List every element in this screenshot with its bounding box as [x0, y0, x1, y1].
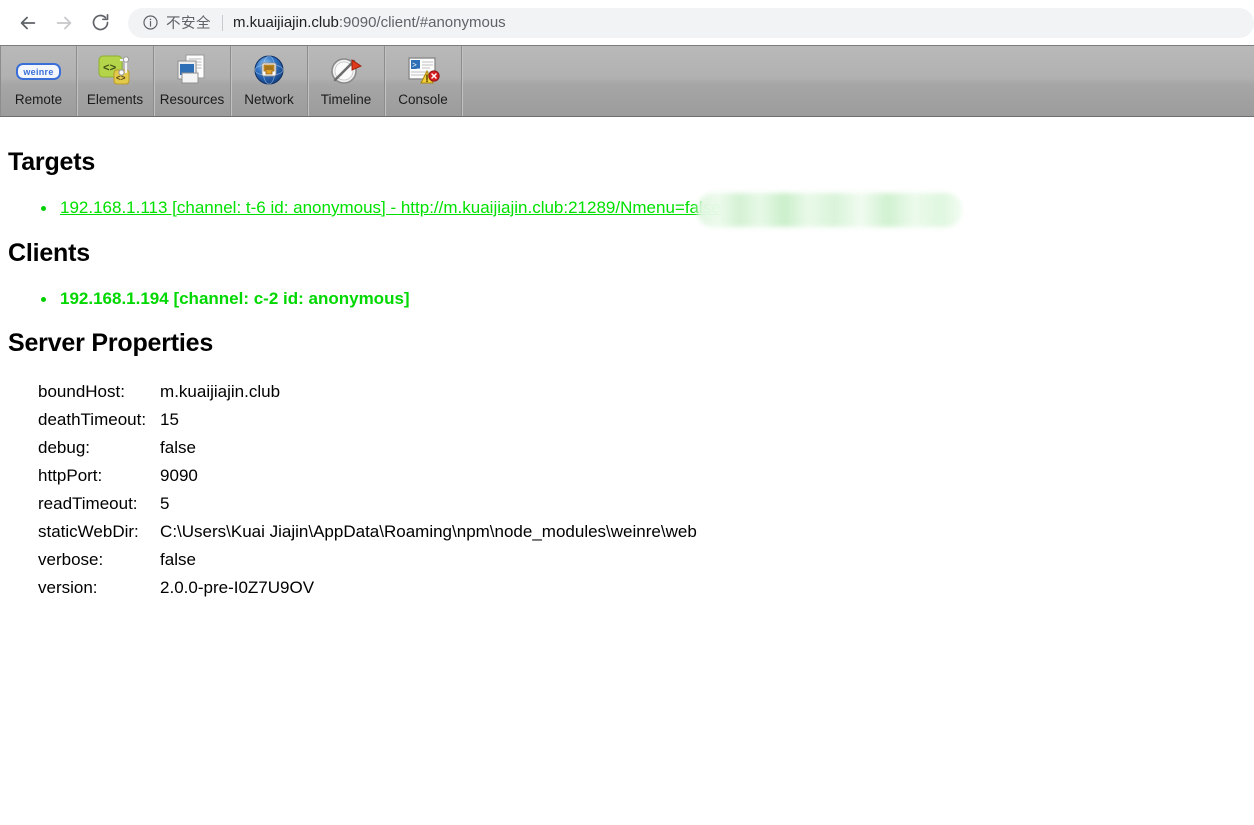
panel-button-resources[interactable]: Resources	[154, 46, 231, 116]
server-properties-table: boundHost: m.kuaijiajin.club deathTimeou…	[38, 380, 697, 604]
property-value: m.kuaijiajin.club	[160, 382, 281, 401]
table-row: debug: false	[38, 436, 697, 464]
property-key: verbose:	[38, 550, 104, 569]
address-bar[interactable]: 不安全 m.kuaijiajin.club:9090/client/#anony…	[128, 7, 1254, 38]
clients-list: 192.168.1.194 [channel: c-2 id: anonymou…	[34, 287, 410, 311]
clients-heading: Clients	[8, 239, 90, 267]
security-status-label: 不安全	[166, 16, 211, 32]
property-key: readTimeout:	[38, 494, 138, 513]
property-key: httpPort:	[38, 466, 103, 485]
panel-button-timeline[interactable]: Timeline	[308, 46, 385, 116]
server-properties-heading: Server Properties	[8, 329, 214, 357]
property-value: C:\Users\Kuai Jiajin\AppData\Roaming\npm…	[160, 522, 697, 541]
forward-arrow-icon	[53, 12, 75, 34]
url-text: m.kuaijiajin.club:9090/client/#anonymous	[233, 14, 506, 31]
property-value: false	[160, 550, 196, 569]
panel-label-console: Console	[398, 92, 448, 107]
table-row: verbose: false	[38, 548, 697, 576]
panel-button-console[interactable]: >_ Console	[385, 46, 462, 116]
property-key: version:	[38, 578, 98, 597]
target-link[interactable]: 192.168.1.113 [channel: t-6 id: anonymou…	[60, 198, 721, 217]
targets-heading: Targets	[8, 148, 96, 176]
panel-button-remote[interactable]: weinre Remote	[0, 46, 77, 116]
panel-button-network[interactable]: Network	[231, 46, 308, 116]
info-circle-icon[interactable]	[142, 14, 159, 31]
url-path: :9090/client/#anonymous	[338, 14, 506, 31]
table-row: boundHost: m.kuaijiajin.club	[38, 380, 697, 408]
panel-label-elements: Elements	[86, 92, 144, 107]
table-row: version: 2.0.0-pre-I0Z7U9OV	[38, 576, 697, 604]
redaction-overlay	[697, 193, 962, 227]
panel-label-timeline: Timeline	[320, 92, 372, 107]
table-row: readTimeout: 5	[38, 492, 697, 520]
property-value: 9090	[160, 466, 198, 485]
property-key: deathTimeout:	[38, 410, 147, 429]
table-row: staticWebDir: C:\Users\Kuai Jiajin\AppDa…	[38, 520, 697, 548]
property-value: 2.0.0-pre-I0Z7U9OV	[160, 578, 315, 597]
elements-code-tag-icon: <> <>	[97, 51, 133, 91]
table-row: deathTimeout: 15	[38, 408, 697, 436]
browser-chrome: 不安全 m.kuaijiajin.club:9090/client/#anony…	[0, 0, 1254, 45]
network-globe-plug-icon	[251, 51, 287, 91]
panel-button-elements[interactable]: <> <> Elements	[77, 46, 154, 116]
reload-icon	[90, 12, 111, 33]
back-arrow-icon	[17, 12, 39, 34]
timeline-stopwatch-flag-icon	[328, 51, 364, 91]
reload-button[interactable]	[82, 5, 118, 41]
targets-list: 192.168.1.113 [channel: t-6 id: anonymou…	[34, 196, 721, 220]
svg-text:<>: <>	[116, 75, 126, 84]
console-window-warning-icon: >_	[405, 51, 441, 91]
property-key: debug:	[38, 438, 90, 457]
property-value: 5	[160, 494, 170, 513]
client-entry: 192.168.1.194 [channel: c-2 id: anonymou…	[60, 289, 410, 308]
target-link-tail: menu=false	[632, 198, 721, 217]
property-value: 15	[160, 410, 179, 429]
target-link-head: 192.168.1.113 [channel: t-6 id: anonymou…	[60, 198, 633, 217]
property-value: false	[160, 438, 196, 457]
table-row: httpPort: 9090	[38, 464, 697, 492]
panel-label-remote: Remote	[14, 92, 63, 107]
omnibox-divider	[222, 14, 223, 31]
panel-label-network: Network	[244, 92, 294, 107]
list-item: 192.168.1.113 [channel: t-6 id: anonymou…	[34, 196, 721, 220]
property-key: boundHost:	[38, 382, 125, 401]
svg-text:>_: >_	[412, 62, 422, 71]
panel-label-resources: Resources	[159, 92, 225, 107]
weinre-logo-icon: weinre	[16, 51, 61, 91]
forward-button[interactable]	[46, 5, 82, 41]
list-item: 192.168.1.194 [channel: c-2 id: anonymou…	[34, 287, 410, 311]
url-host: m.kuaijiajin.club	[233, 14, 339, 31]
back-button[interactable]	[10, 5, 46, 41]
property-key: staticWebDir:	[38, 522, 139, 541]
resources-documents-icon	[174, 51, 210, 91]
devtools-panel-toolbar: weinre Remote <> <> Elements Resources N…	[0, 45, 1254, 117]
